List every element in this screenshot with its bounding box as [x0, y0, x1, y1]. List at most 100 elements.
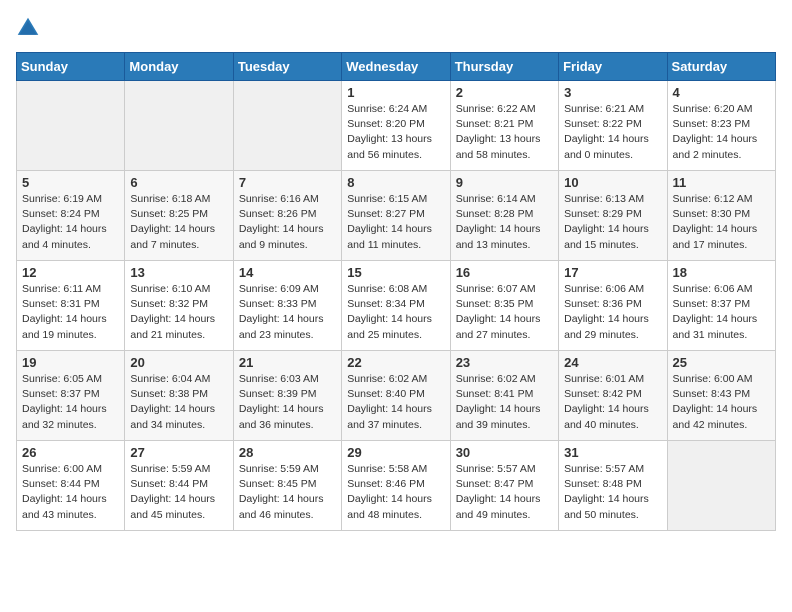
day-number: 26 — [22, 445, 119, 460]
day-info: Sunrise: 6:19 AMSunset: 8:24 PMDaylight:… — [22, 192, 119, 253]
day-info: Sunrise: 6:02 AMSunset: 8:41 PMDaylight:… — [456, 372, 553, 433]
day-info: Sunrise: 6:22 AMSunset: 8:21 PMDaylight:… — [456, 102, 553, 163]
day-info: Sunrise: 6:04 AMSunset: 8:38 PMDaylight:… — [130, 372, 227, 433]
calendar-table: SundayMondayTuesdayWednesdayThursdayFrid… — [16, 52, 776, 531]
calendar-cell: 23 Sunrise: 6:02 AMSunset: 8:41 PMDayligh… — [450, 351, 558, 441]
day-info: Sunrise: 6:15 AMSunset: 8:27 PMDaylight:… — [347, 192, 444, 253]
calendar-cell: 2 Sunrise: 6:22 AMSunset: 8:21 PMDaylight… — [450, 81, 558, 171]
day-number: 19 — [22, 355, 119, 370]
day-info: Sunrise: 6:12 AMSunset: 8:30 PMDaylight:… — [673, 192, 770, 253]
calendar-cell: 4 Sunrise: 6:20 AMSunset: 8:23 PMDaylight… — [667, 81, 775, 171]
day-info: Sunrise: 6:16 AMSunset: 8:26 PMDaylight:… — [239, 192, 336, 253]
calendar-cell: 16 Sunrise: 6:07 AMSunset: 8:35 PMDayligh… — [450, 261, 558, 351]
day-number: 17 — [564, 265, 661, 280]
calendar-cell: 25 Sunrise: 6:00 AMSunset: 8:43 PMDayligh… — [667, 351, 775, 441]
day-number: 5 — [22, 175, 119, 190]
day-info: Sunrise: 6:08 AMSunset: 8:34 PMDaylight:… — [347, 282, 444, 343]
calendar-cell: 10 Sunrise: 6:13 AMSunset: 8:29 PMDayligh… — [559, 171, 667, 261]
day-number: 13 — [130, 265, 227, 280]
calendar-cell: 7 Sunrise: 6:16 AMSunset: 8:26 PMDaylight… — [233, 171, 341, 261]
day-info: Sunrise: 6:05 AMSunset: 8:37 PMDaylight:… — [22, 372, 119, 433]
day-info: Sunrise: 6:18 AMSunset: 8:25 PMDaylight:… — [130, 192, 227, 253]
day-info: Sunrise: 5:58 AMSunset: 8:46 PMDaylight:… — [347, 462, 444, 523]
calendar-cell: 18Sunrise: 6:06 AMSunset: 8:37 PMDayligh… — [667, 261, 775, 351]
calendar-cell: 29 Sunrise: 5:58 AMSunset: 8:46 PMDayligh… — [342, 441, 450, 531]
day-number: 9 — [456, 175, 553, 190]
day-info: Sunrise: 6:20 AMSunset: 8:23 PMDaylight:… — [673, 102, 770, 163]
calendar-cell: 26 Sunrise: 6:00 AMSunset: 8:44 PMDayligh… — [17, 441, 125, 531]
day-number: 6 — [130, 175, 227, 190]
calendar-cell: 6 Sunrise: 6:18 AMSunset: 8:25 PMDaylight… — [125, 171, 233, 261]
calendar-cell: 17 Sunrise: 6:06 AMSunset: 8:36 PMDayligh… — [559, 261, 667, 351]
calendar-cell: 19 Sunrise: 6:05 AMSunset: 8:37 PMDayligh… — [17, 351, 125, 441]
day-info: Sunrise: 5:59 AMSunset: 8:44 PMDaylight:… — [130, 462, 227, 523]
day-info: Sunrise: 6:06 AMSunset: 8:36 PMDaylight:… — [564, 282, 661, 343]
weekday-header-monday: Monday — [125, 53, 233, 81]
calendar-cell: 3 Sunrise: 6:21 AMSunset: 8:22 PMDaylight… — [559, 81, 667, 171]
calendar-cell: 27 Sunrise: 5:59 AMSunset: 8:44 PMDayligh… — [125, 441, 233, 531]
day-number: 14 — [239, 265, 336, 280]
day-info: Sunrise: 6:14 AMSunset: 8:28 PMDaylight:… — [456, 192, 553, 253]
calendar-cell — [233, 81, 341, 171]
day-number: 8 — [347, 175, 444, 190]
day-number: 2 — [456, 85, 553, 100]
day-number: 21 — [239, 355, 336, 370]
day-number: 4 — [673, 85, 770, 100]
day-info: Sunrise: 6:00 AMSunset: 8:43 PMDaylight:… — [673, 372, 770, 433]
logo — [16, 16, 44, 40]
day-number: 12 — [22, 265, 119, 280]
day-info: Sunrise: 6:03 AMSunset: 8:39 PMDaylight:… — [239, 372, 336, 433]
day-number: 20 — [130, 355, 227, 370]
calendar-cell: 30Sunrise: 5:57 AMSunset: 8:47 PMDayligh… — [450, 441, 558, 531]
day-number: 31 — [564, 445, 661, 460]
day-info: Sunrise: 6:09 AMSunset: 8:33 PMDaylight:… — [239, 282, 336, 343]
day-info: Sunrise: 6:13 AMSunset: 8:29 PMDaylight:… — [564, 192, 661, 253]
calendar-cell: 11 Sunrise: 6:12 AMSunset: 8:30 PMDayligh… — [667, 171, 775, 261]
calendar-cell: 8 Sunrise: 6:15 AMSunset: 8:27 PMDaylight… — [342, 171, 450, 261]
day-info: Sunrise: 6:24 AMSunset: 8:20 PMDaylight:… — [347, 102, 444, 163]
calendar-cell: 1 Sunrise: 6:24 AMSunset: 8:20 PMDaylight… — [342, 81, 450, 171]
day-number: 16 — [456, 265, 553, 280]
calendar-cell: 5 Sunrise: 6:19 AMSunset: 8:24 PMDaylight… — [17, 171, 125, 261]
calendar-cell — [17, 81, 125, 171]
calendar-cell: 24Sunrise: 6:01 AMSunset: 8:42 PMDayligh… — [559, 351, 667, 441]
day-info: Sunrise: 6:10 AMSunset: 8:32 PMDaylight:… — [130, 282, 227, 343]
day-info: Sunrise: 6:06 AMSunset: 8:37 PMDaylight:… — [673, 282, 770, 343]
day-number: 23 — [456, 355, 553, 370]
weekday-header-row: SundayMondayTuesdayWednesdayThursdayFrid… — [17, 53, 776, 81]
day-info: Sunrise: 6:00 AMSunset: 8:44 PMDaylight:… — [22, 462, 119, 523]
week-row-4: 26 Sunrise: 6:00 AMSunset: 8:44 PMDayligh… — [17, 441, 776, 531]
calendar-cell: 14 Sunrise: 6:09 AMSunset: 8:33 PMDayligh… — [233, 261, 341, 351]
calendar-cell: 9 Sunrise: 6:14 AMSunset: 8:28 PMDaylight… — [450, 171, 558, 261]
day-info: Sunrise: 6:01 AMSunset: 8:42 PMDaylight:… — [564, 372, 661, 433]
calendar-cell: 31Sunrise: 5:57 AMSunset: 8:48 PMDayligh… — [559, 441, 667, 531]
day-number: 10 — [564, 175, 661, 190]
calendar-cell: 28 Sunrise: 5:59 AMSunset: 8:45 PMDayligh… — [233, 441, 341, 531]
day-info: Sunrise: 6:02 AMSunset: 8:40 PMDaylight:… — [347, 372, 444, 433]
day-info: Sunrise: 6:21 AMSunset: 8:22 PMDaylight:… — [564, 102, 661, 163]
header — [16, 16, 776, 40]
calendar-cell — [125, 81, 233, 171]
day-number: 22 — [347, 355, 444, 370]
day-number: 27 — [130, 445, 227, 460]
day-number: 28 — [239, 445, 336, 460]
calendar-cell: 21 Sunrise: 6:03 AMSunset: 8:39 PMDayligh… — [233, 351, 341, 441]
day-number: 25 — [673, 355, 770, 370]
calendar-cell: 12 Sunrise: 6:11 AMSunset: 8:31 PMDayligh… — [17, 261, 125, 351]
day-number: 15 — [347, 265, 444, 280]
calendar-cell: 13 Sunrise: 6:10 AMSunset: 8:32 PMDayligh… — [125, 261, 233, 351]
weekday-header-tuesday: Tuesday — [233, 53, 341, 81]
day-info: Sunrise: 6:11 AMSunset: 8:31 PMDaylight:… — [22, 282, 119, 343]
day-number: 29 — [347, 445, 444, 460]
weekday-header-thursday: Thursday — [450, 53, 558, 81]
day-number: 11 — [673, 175, 770, 190]
day-info: Sunrise: 6:07 AMSunset: 8:35 PMDaylight:… — [456, 282, 553, 343]
day-number: 7 — [239, 175, 336, 190]
week-row-0: 1 Sunrise: 6:24 AMSunset: 8:20 PMDaylight… — [17, 81, 776, 171]
calendar-cell: 15 Sunrise: 6:08 AMSunset: 8:34 PMDayligh… — [342, 261, 450, 351]
day-number: 1 — [347, 85, 444, 100]
day-number: 3 — [564, 85, 661, 100]
day-info: Sunrise: 5:59 AMSunset: 8:45 PMDaylight:… — [239, 462, 336, 523]
day-number: 30 — [456, 445, 553, 460]
calendar-cell: 20 Sunrise: 6:04 AMSunset: 8:38 PMDayligh… — [125, 351, 233, 441]
